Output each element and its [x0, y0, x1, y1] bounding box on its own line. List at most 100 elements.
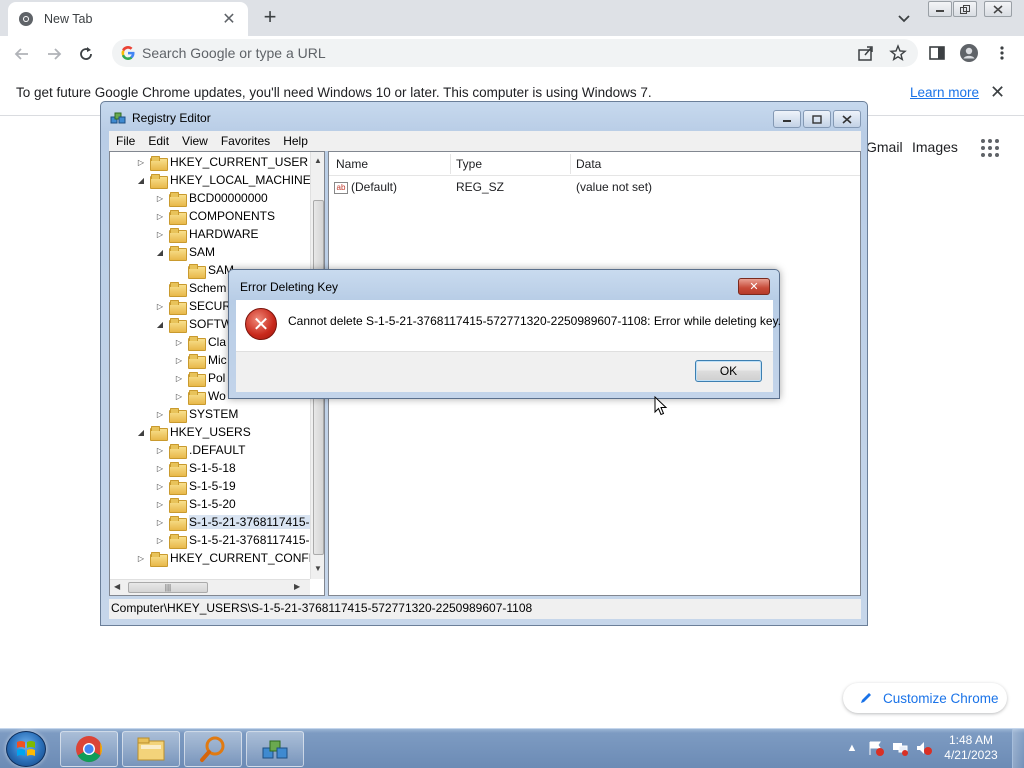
tree-item-sam-child[interactable]: SAM: [174, 261, 234, 279]
tree-item-label: S-1-5-21-3768117415-: [189, 533, 310, 547]
expander-icon[interactable]: ▷: [174, 374, 184, 383]
omnibox[interactable]: Search Google or type a URL: [112, 39, 918, 67]
new-tab-button[interactable]: +: [258, 6, 282, 30]
column-header-type[interactable]: Type: [456, 157, 482, 171]
tree-item-s-1-5-19[interactable]: ▷ S-1-5-19: [155, 477, 236, 495]
tree-item-hkey-current-user[interactable]: ▷ HKEY_CURRENT_USER: [136, 153, 308, 171]
tree-item-default[interactable]: ▷ .DEFAULT: [155, 441, 245, 459]
share-button[interactable]: [855, 42, 877, 64]
tree-item-hkey-local-machine[interactable]: ◢ HKEY_LOCAL_MACHINE: [136, 171, 311, 189]
gmail-link[interactable]: Gmail: [866, 139, 903, 155]
customize-chrome-button[interactable]: Customize Chrome: [843, 683, 1007, 713]
tree-item-system[interactable]: ▷ SYSTEM: [155, 405, 238, 423]
images-link[interactable]: Images: [912, 139, 958, 155]
tree-item-hkey-current-config[interactable]: ▷ HKEY_CURRENT_CONFIG: [136, 549, 321, 567]
tray-expand-arrow-icon[interactable]: ▲: [843, 740, 861, 756]
tree-item-wow[interactable]: ▷ Wo: [174, 387, 226, 405]
taskbar-clock[interactable]: 1:48 AM 4/21/2023: [942, 733, 1000, 763]
column-divider[interactable]: [570, 154, 571, 174]
expander-icon[interactable]: ◢: [136, 176, 146, 185]
tab-close-icon[interactable]: ✕: [220, 9, 238, 29]
side-panel-button[interactable]: [926, 42, 948, 64]
tree-item-policies[interactable]: ▷ Pol: [174, 369, 225, 387]
column-header-name[interactable]: Name: [336, 157, 368, 171]
taskbar-registry-editor[interactable]: [246, 731, 304, 767]
tree-item-hkey-users[interactable]: ◢ HKEY_USERS: [136, 423, 251, 441]
menu-help[interactable]: Help: [276, 134, 314, 148]
tree-horizontal-scroll-thumb[interactable]: |||: [128, 582, 208, 593]
value-row-default[interactable]: ab (Default) REG_SZ (value not set): [329, 178, 860, 196]
tree-item-security[interactable]: ▷ SECUR: [155, 297, 231, 315]
expander-icon[interactable]: ▷: [155, 410, 165, 419]
menu-favorites[interactable]: Favorites: [214, 134, 276, 148]
expander-icon[interactable]: ▷: [155, 446, 165, 455]
expander-icon[interactable]: ▷: [155, 482, 165, 491]
expander-icon[interactable]: ▷: [174, 338, 184, 347]
expander-icon[interactable]: ▷: [174, 392, 184, 401]
column-divider[interactable]: [450, 154, 451, 174]
menu-edit[interactable]: Edit: [141, 134, 175, 148]
expander-icon[interactable]: ▷: [155, 230, 165, 239]
bookmark-button[interactable]: [887, 42, 909, 64]
network-icon[interactable]: [891, 740, 909, 756]
tree-item-bcd[interactable]: ▷ BCD00000000: [155, 189, 268, 207]
window-close-button[interactable]: [984, 1, 1012, 17]
profile-button[interactable]: [958, 42, 980, 64]
expander-icon[interactable]: ◢: [155, 248, 165, 257]
error-dialog-close-button[interactable]: ✕: [738, 278, 770, 295]
scroll-left-arrow-icon[interactable]: ◀: [114, 582, 120, 591]
taskbar-chrome[interactable]: [60, 731, 118, 767]
tree-item-s-1-5-21-selected[interactable]: ▷ S-1-5-21-3768117415-: [155, 513, 310, 531]
expander-icon[interactable]: ▷: [136, 554, 146, 563]
tree-item-hardware[interactable]: ▷ HARDWARE: [155, 225, 259, 243]
expander-icon[interactable]: ▷: [174, 356, 184, 365]
tree-item-software[interactable]: ◢ SOFTW: [155, 315, 232, 333]
tree-item-classes[interactable]: ▷ Cla: [174, 333, 226, 351]
scroll-right-arrow-icon[interactable]: ▶: [294, 582, 300, 591]
taskbar-explorer[interactable]: [122, 731, 180, 767]
window-minimize-button[interactable]: [928, 1, 952, 17]
regedit-minimize-button[interactable]: [773, 110, 801, 128]
start-button[interactable]: [6, 731, 46, 767]
menu-file[interactable]: File: [109, 134, 141, 148]
expander-icon[interactable]: ▷: [155, 536, 165, 545]
reload-button[interactable]: [74, 42, 98, 66]
tree-item-schema[interactable]: Schem: [155, 279, 226, 297]
tree-item-s-1-5-20[interactable]: ▷ S-1-5-20: [155, 495, 236, 513]
expander-icon[interactable]: ▷: [155, 302, 165, 311]
tree-item-components[interactable]: ▷ COMPONENTS: [155, 207, 275, 225]
expander-icon[interactable]: ▷: [155, 194, 165, 203]
expander-icon[interactable]: ▷: [136, 158, 146, 167]
expander-icon[interactable]: ▷: [155, 212, 165, 221]
expander-icon[interactable]: ▷: [155, 518, 165, 527]
expander-icon[interactable]: ▷: [155, 464, 165, 473]
tree-item-microsoft[interactable]: ▷ Mic: [174, 351, 227, 369]
tree-item-s-1-5-21-classes[interactable]: ▷ S-1-5-21-3768117415-: [155, 531, 310, 549]
chrome-menu-button[interactable]: [991, 42, 1013, 64]
column-header-data[interactable]: Data: [576, 157, 601, 171]
tab-new-tab[interactable]: New Tab ✕: [8, 2, 248, 36]
forward-button[interactable]: [42, 42, 66, 66]
expander-icon[interactable]: ▷: [155, 500, 165, 509]
volume-muted-icon[interactable]: [915, 740, 933, 756]
regedit-close-button[interactable]: [833, 110, 861, 128]
taskbar-search-tool[interactable]: [184, 731, 242, 767]
learn-more-link[interactable]: Learn more: [910, 85, 979, 100]
infobar-close-icon[interactable]: ✕: [990, 82, 1005, 103]
ok-button[interactable]: OK: [695, 360, 762, 382]
back-button[interactable]: [10, 42, 34, 66]
scroll-up-arrow-icon[interactable]: ▲: [314, 156, 322, 165]
expander-icon[interactable]: ◢: [136, 428, 146, 437]
scroll-down-arrow-icon[interactable]: ▼: [314, 564, 322, 573]
tree-item-s-1-5-18[interactable]: ▷ S-1-5-18: [155, 459, 236, 477]
show-desktop-button[interactable]: [1012, 729, 1024, 768]
tab-search-chevron-icon[interactable]: [894, 8, 914, 28]
regedit-maximize-button[interactable]: [803, 110, 831, 128]
tree-item-sam[interactable]: ◢ SAM: [155, 243, 215, 261]
google-apps-icon[interactable]: [981, 139, 999, 157]
action-center-flag-icon[interactable]: [867, 740, 885, 756]
expander-icon[interactable]: ◢: [155, 320, 165, 329]
menu-view[interactable]: View: [175, 134, 214, 148]
window-restore-button[interactable]: [953, 1, 977, 17]
tree-horizontal-scrollbar[interactable]: ◀ ||| ▶: [110, 579, 310, 595]
